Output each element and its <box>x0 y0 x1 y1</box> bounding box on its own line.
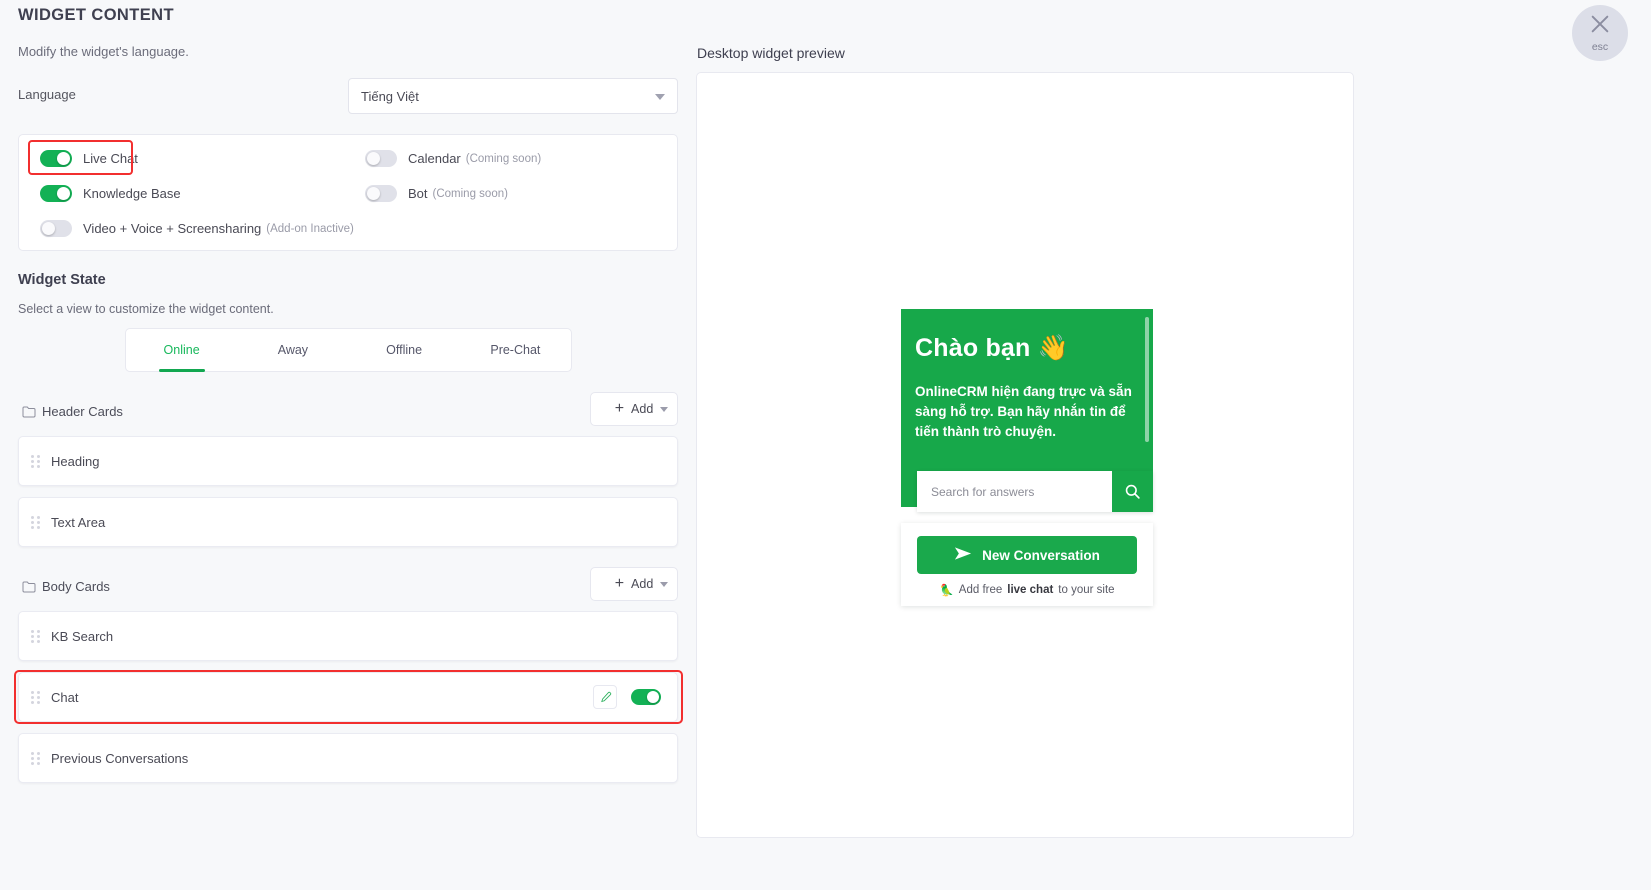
channel-label: Knowledge Base <box>83 186 181 201</box>
card-label: Chat <box>51 689 79 705</box>
close-button[interactable]: esc <box>1572 5 1628 61</box>
channel-note: (Coming soon) <box>432 187 508 200</box>
channels-panel: Live Chat Knowledge Base Video + Voice +… <box>18 134 678 251</box>
card-kb-search[interactable]: KB Search <box>18 611 678 661</box>
footer-bold: live chat <box>1007 584 1054 596</box>
chevron-down-icon <box>660 407 668 412</box>
card-label: Heading <box>51 453 100 469</box>
edit-chat-card-button[interactable] <box>593 685 617 709</box>
footer-prefix: Add free <box>958 584 1003 596</box>
search-icon[interactable] <box>1112 471 1153 512</box>
chevron-down-icon <box>655 94 665 100</box>
card-label: Text Area <box>51 514 106 530</box>
drag-handle-icon[interactable] <box>31 629 40 643</box>
card-label: KB Search <box>51 628 114 644</box>
language-value: Tiếng Việt <box>361 88 419 104</box>
tab-offline[interactable]: Offline <box>349 329 460 371</box>
preview-panel: Desktop widget preview Chào bạn 👋 Online… <box>696 0 1651 890</box>
widget-state-title: Widget State <box>18 272 106 288</box>
page-subtitle: Modify the widget's language. <box>18 44 189 59</box>
folder-icon <box>22 405 36 423</box>
chevron-down-icon <box>660 582 668 587</box>
plus-icon: + <box>614 400 625 417</box>
tab-pre-chat[interactable]: Pre-Chat <box>460 329 571 371</box>
settings-panel: WIDGET CONTENT Modify the widget's langu… <box>0 0 696 890</box>
toggle-switch[interactable] <box>40 220 72 237</box>
card-heading[interactable]: Heading <box>18 436 678 486</box>
channel-label: Video + Voice + Screensharing <box>83 221 262 236</box>
toggle-switch[interactable] <box>365 150 397 167</box>
widget-chat-card: New Conversation 🦜 Add free live chat to… <box>901 523 1153 606</box>
language-row: Language Tiếng Việt <box>18 78 678 114</box>
channel-note: (Coming soon) <box>465 152 542 165</box>
add-body-card-button[interactable]: + Add <box>590 567 678 601</box>
language-label: Language <box>18 87 76 102</box>
toggle-switch[interactable] <box>365 185 397 202</box>
card-label: Previous Conversations <box>51 750 189 766</box>
close-icon <box>1589 13 1611 40</box>
section-header-cards: Header Cards + Add <box>18 392 678 432</box>
channel-label: Live Chat <box>83 151 138 166</box>
toggle-switch-chat[interactable] <box>631 689 661 705</box>
drag-handle-icon[interactable] <box>31 515 40 529</box>
card-chat[interactable]: Chat <box>18 672 678 722</box>
send-icon <box>954 546 972 564</box>
drag-handle-icon[interactable] <box>31 751 40 765</box>
toggle-switch[interactable] <box>40 150 72 167</box>
plus-icon: + <box>614 575 625 592</box>
search-placeholder: Search for answers <box>931 484 1035 499</box>
widget-content-page: WIDGET CONTENT Modify the widget's langu… <box>0 0 1651 890</box>
toggle-switch[interactable] <box>40 185 72 202</box>
chat-widget-preview: Chào bạn 👋 OnlineCRM hiện đang trực và s… <box>901 309 1153 606</box>
add-button-label: Add <box>631 577 654 591</box>
close-esc-label: esc <box>1591 41 1609 53</box>
channel-toggle-bot[interactable]: Bot (Coming soon) <box>365 185 508 202</box>
widget-scrollbar[interactable] <box>1145 317 1149 442</box>
widget-footer: 🦜 Add free live chat to your site <box>917 574 1137 606</box>
channel-label: Calendar <box>408 151 461 166</box>
widget-state-tabs: Online Away Offline Pre-Chat <box>125 328 572 372</box>
card-text-area[interactable]: Text Area <box>18 497 678 547</box>
widget-state-subtitle: Select a view to customize the widget co… <box>18 302 274 316</box>
folder-icon <box>22 580 36 598</box>
footer-suffix: to your site <box>1058 584 1115 596</box>
widget-kb-search[interactable]: Search for answers <box>917 471 1153 512</box>
add-header-card-button[interactable]: + Add <box>590 392 678 426</box>
tab-online[interactable]: Online <box>126 329 237 371</box>
drag-handle-icon[interactable] <box>31 454 40 468</box>
section-body-cards: Body Cards + Add <box>18 567 678 607</box>
tab-away[interactable]: Away <box>237 329 348 371</box>
preview-title: Desktop widget preview <box>697 45 845 61</box>
section-name: Body Cards <box>42 579 110 594</box>
new-conversation-button[interactable]: New Conversation <box>917 536 1137 574</box>
widget-body: Search for answers New Conversation 🦜 Ad… <box>901 471 1153 606</box>
card-actions <box>593 685 661 709</box>
add-button-label: Add <box>631 402 654 416</box>
new-conversation-label: New Conversation <box>982 547 1100 563</box>
widget-message: OnlineCRM hiện đang trực và sẵn sàng hỗ … <box>915 384 1132 439</box>
widget-greeting: Chào bạn 👋 <box>915 334 1069 362</box>
preview-canvas: Chào bạn 👋 OnlineCRM hiện đang trực và s… <box>696 72 1354 838</box>
page-title: WIDGET CONTENT <box>18 6 174 24</box>
channel-toggle-calendar[interactable]: Calendar (Coming soon) <box>365 150 541 167</box>
drag-handle-icon[interactable] <box>31 690 40 704</box>
parrot-icon: 🦜 <box>939 585 954 597</box>
channel-label: Bot <box>408 186 428 201</box>
channel-toggle-live-chat[interactable]: Live Chat <box>40 150 138 167</box>
channel-toggle-knowledge-base[interactable]: Knowledge Base <box>40 185 181 202</box>
card-previous-conversations[interactable]: Previous Conversations <box>18 733 678 783</box>
language-select[interactable]: Tiếng Việt <box>348 78 678 114</box>
channel-note: (Add-on Inactive) <box>266 222 354 235</box>
section-name: Header Cards <box>42 404 123 419</box>
channel-toggle-video-voice-screensharing[interactable]: Video + Voice + Screensharing (Add-on In… <box>40 220 354 237</box>
